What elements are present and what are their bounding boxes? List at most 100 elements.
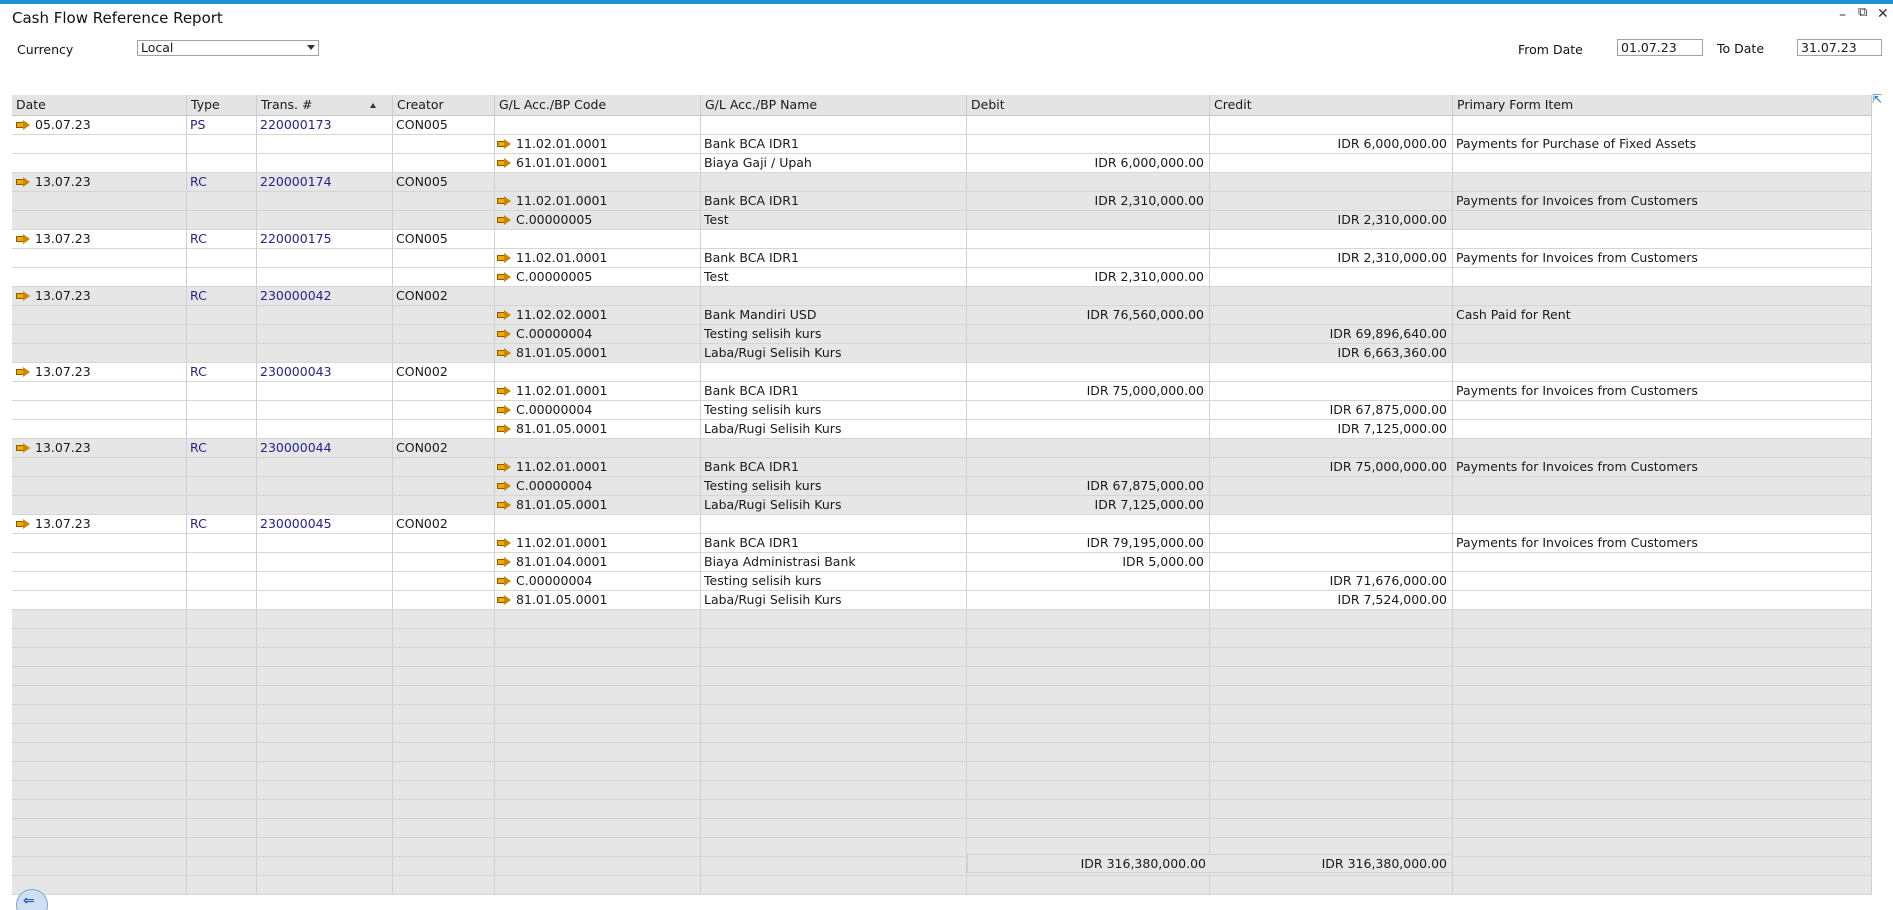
journal-line-row[interactable]: C.00000004 Testing selisih kurs IDR 67,875…	[12, 401, 1872, 420]
journal-line-row[interactable]: 81.01.05.0001 Laba/Rugi Selisih Kurs IDR 6…	[12, 344, 1872, 363]
link-arrow-icon[interactable]	[497, 348, 511, 358]
to-date-field[interactable]: 31.07.23	[1797, 39, 1882, 56]
link-arrow-icon[interactable]	[497, 139, 511, 149]
trans-cell[interactable]: 220000173	[257, 116, 393, 134]
column-header[interactable]: Primary Form Item	[1453, 95, 1872, 115]
date-cell[interactable]: 13.07.23	[12, 287, 187, 305]
chevron-down-icon[interactable]	[307, 45, 315, 50]
link-arrow-icon[interactable]	[497, 310, 511, 320]
trans-cell[interactable]: 230000045	[257, 515, 393, 533]
column-header[interactable]: G/L Acc./BP Code	[495, 95, 701, 115]
link-arrow-icon[interactable]	[16, 234, 30, 244]
code-cell[interactable]: 81.01.04.0001	[495, 553, 701, 571]
link-arrow-icon[interactable]	[497, 538, 511, 548]
link-arrow-icon[interactable]	[497, 462, 511, 472]
link-arrow-icon[interactable]	[497, 158, 511, 168]
column-header[interactable]: Date	[12, 95, 187, 115]
trans-cell[interactable]: 230000044	[257, 439, 393, 457]
transaction-row[interactable]: 13.07.23 RC 220000174 CON005	[12, 173, 1872, 192]
code-cell[interactable]: C.00000004	[495, 325, 701, 343]
column-header[interactable]: Creator	[393, 95, 495, 115]
journal-line-row[interactable]: 81.01.04.0001 Biaya Administrasi Bank IDR …	[12, 553, 1872, 572]
date-cell[interactable]: 13.07.23	[12, 173, 187, 191]
journal-line-row[interactable]: C.00000004 Testing selisih kurs IDR 71,676…	[12, 572, 1872, 591]
trans-cell[interactable]: 220000174	[257, 173, 393, 191]
code-cell[interactable]: 11.02.01.0001	[495, 534, 701, 552]
code-cell[interactable]: 11.02.01.0001	[495, 192, 701, 210]
transaction-row[interactable]: 13.07.23 RC 230000044 CON002	[12, 439, 1872, 458]
journal-line-row[interactable]: 61.01.01.0001 Biaya Gaji / Upah IDR 6,000,…	[12, 154, 1872, 173]
trans-cell[interactable]: 230000042	[257, 287, 393, 305]
journal-line-row[interactable]: 11.02.01.0001 Bank BCA IDR1 IDR 79,195,000…	[12, 534, 1872, 553]
code-cell[interactable]: 61.01.01.0001	[495, 154, 701, 172]
journal-line-row[interactable]: C.00000004 Testing selisih kurs IDR 69,896…	[12, 325, 1872, 344]
column-header[interactable]: Type	[187, 95, 257, 115]
column-header[interactable]: G/L Acc./BP Name	[701, 95, 967, 115]
date-cell[interactable]: 13.07.23	[12, 230, 187, 248]
currency-select[interactable]: Local	[137, 40, 319, 56]
link-arrow-icon[interactable]	[16, 177, 30, 187]
link-arrow-icon[interactable]	[497, 215, 511, 225]
code-cell[interactable]: C.00000005	[495, 268, 701, 286]
link-arrow-icon[interactable]	[16, 120, 30, 130]
trans-cell[interactable]: 230000043	[257, 363, 393, 381]
code-cell[interactable]: 11.02.01.0001	[495, 249, 701, 267]
back-button[interactable]: ⇐	[16, 889, 48, 910]
code-cell[interactable]: 11.02.02.0001	[495, 306, 701, 324]
date-cell[interactable]: 13.07.23	[12, 363, 187, 381]
journal-line-row[interactable]: C.00000005 Test IDR 2,310,000.00	[12, 268, 1872, 287]
link-arrow-icon[interactable]	[16, 367, 30, 377]
link-arrow-icon[interactable]	[497, 576, 511, 586]
code-cell[interactable]: C.00000004	[495, 401, 701, 419]
link-arrow-icon[interactable]	[16, 519, 30, 529]
code-cell[interactable]: 11.02.01.0001	[495, 382, 701, 400]
journal-line-row[interactable]: 81.01.05.0001 Laba/Rugi Selisih Kurs IDR 7…	[12, 496, 1872, 515]
trans-cell[interactable]: 220000175	[257, 230, 393, 248]
from-date-field[interactable]: 01.07.23	[1617, 39, 1703, 56]
link-arrow-icon[interactable]	[16, 291, 30, 301]
link-arrow-icon[interactable]	[497, 424, 511, 434]
code-cell[interactable]: 81.01.05.0001	[495, 591, 701, 609]
link-arrow-icon[interactable]	[497, 557, 511, 567]
code-cell[interactable]: 81.01.05.0001	[495, 496, 701, 514]
link-arrow-icon[interactable]	[497, 481, 511, 491]
code-cell[interactable]: C.00000004	[495, 572, 701, 590]
date-cell[interactable]: 13.07.23	[12, 515, 187, 533]
transaction-row[interactable]: 13.07.23 RC 220000175 CON005	[12, 230, 1872, 249]
transaction-row[interactable]: 13.07.23 RC 230000043 CON002	[12, 363, 1872, 382]
code-cell[interactable]: C.00000004	[495, 477, 701, 495]
link-arrow-icon[interactable]	[497, 253, 511, 263]
date-cell[interactable]: 13.07.23	[12, 439, 187, 457]
journal-line-row[interactable]: 11.02.01.0001 Bank BCA IDR1 IDR 75,000,000…	[12, 458, 1872, 477]
link-arrow-icon[interactable]	[497, 405, 511, 415]
link-arrow-icon[interactable]	[16, 443, 30, 453]
link-arrow-icon[interactable]	[497, 196, 511, 206]
code-cell[interactable]: 11.02.01.0001	[495, 135, 701, 153]
journal-line-row[interactable]: 81.01.05.0001 Laba/Rugi Selisih Kurs IDR 7…	[12, 420, 1872, 439]
link-arrow-icon[interactable]	[497, 386, 511, 396]
journal-line-row[interactable]: 11.02.01.0001 Bank BCA IDR1 IDR 6,000,000.…	[12, 135, 1872, 154]
journal-line-row[interactable]: 11.02.01.0001 Bank BCA IDR1 IDR 2,310,000.…	[12, 249, 1872, 268]
code-cell[interactable]: 81.01.05.0001	[495, 420, 701, 438]
journal-line-row[interactable]: 81.01.05.0001 Laba/Rugi Selisih Kurs IDR 7…	[12, 591, 1872, 610]
close-icon[interactable]: ✕	[1877, 6, 1889, 22]
journal-line-row[interactable]: 11.02.02.0001 Bank Mandiri USD IDR 76,560,…	[12, 306, 1872, 325]
transaction-row[interactable]: 13.07.23 RC 230000045 CON002	[12, 515, 1872, 534]
journal-line-row[interactable]: C.00000004 Testing selisih kurs IDR 67,875…	[12, 477, 1872, 496]
journal-line-row[interactable]: 11.02.01.0001 Bank BCA IDR1 IDR 2,310,000.…	[12, 192, 1872, 211]
journal-line-row[interactable]: 11.02.01.0001 Bank BCA IDR1 IDR 75,000,000…	[12, 382, 1872, 401]
link-arrow-icon[interactable]	[497, 329, 511, 339]
code-cell[interactable]: C.00000005	[495, 211, 701, 229]
date-cell[interactable]: 05.07.23	[12, 116, 187, 134]
transaction-row[interactable]: 13.07.23 RC 230000042 CON002	[12, 287, 1872, 306]
link-arrow-icon[interactable]	[497, 500, 511, 510]
minimize-icon[interactable]: –	[1839, 7, 1846, 23]
code-cell[interactable]: 81.01.05.0001	[495, 344, 701, 362]
transaction-row[interactable]: 05.07.23 PS 220000173 CON005	[12, 116, 1872, 135]
column-header[interactable]: Debit	[967, 95, 1210, 115]
journal-line-row[interactable]: C.00000005 Test IDR 2,310,000.00	[12, 211, 1872, 230]
link-arrow-icon[interactable]	[497, 595, 511, 605]
expand-grid-icon[interactable]: ⇱	[1872, 93, 1884, 105]
restore-icon[interactable]: ⧉	[1858, 5, 1867, 21]
column-header[interactable]: Trans. #	[257, 95, 393, 115]
